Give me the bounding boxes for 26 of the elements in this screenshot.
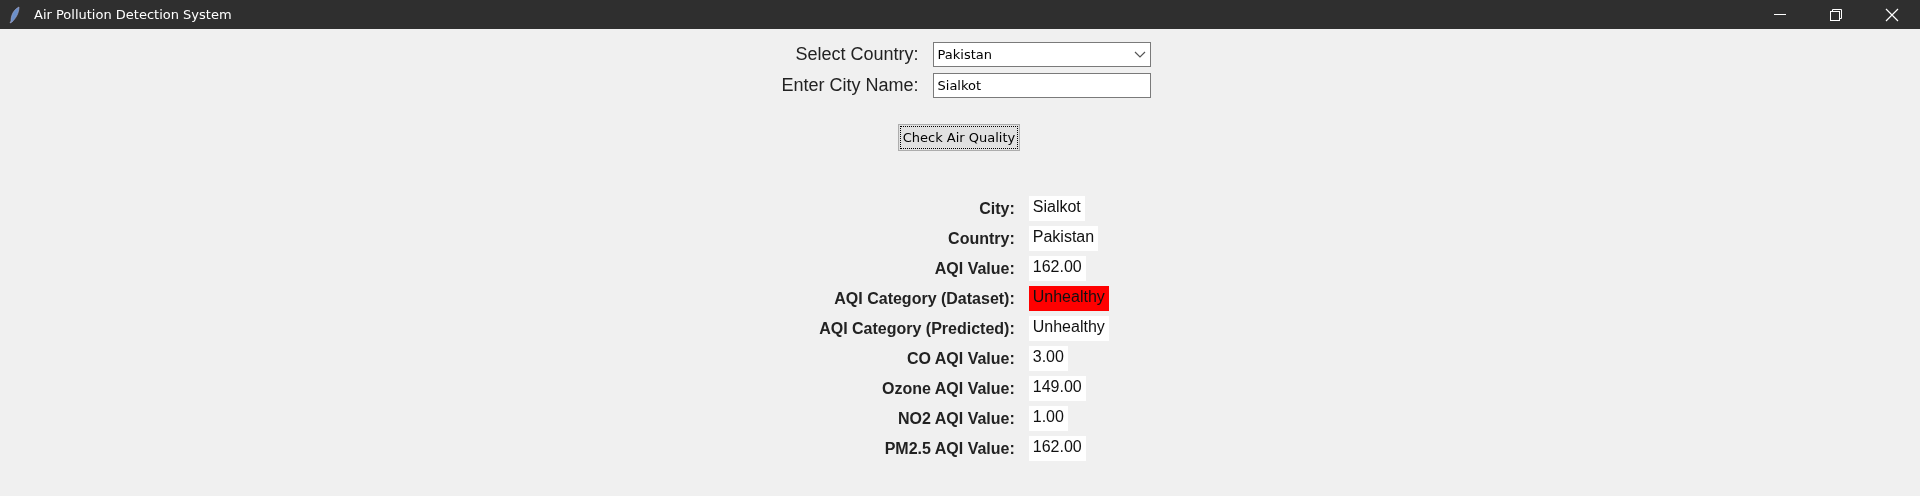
result-value: 3.00 — [1028, 346, 1068, 371]
check-air-quality-button[interactable]: Check Air Quality — [897, 124, 1021, 151]
result-label: AQI Category (Predicted): — [819, 319, 1015, 338]
city-input-field[interactable]: Sialkot — [932, 73, 1151, 98]
field-label: Select Country: — [794, 44, 919, 65]
result-label: NO2 AQI Value: — [897, 409, 1015, 428]
result-value: Pakistan — [1028, 226, 1099, 251]
result-value: 162.00 — [1028, 256, 1086, 281]
result-label: Country: — [947, 229, 1015, 248]
field-label: Enter City Name: — [781, 75, 919, 96]
country-dropdown[interactable]: Pakistan — [932, 42, 1151, 67]
result-label: Ozone AQI Value: — [881, 379, 1015, 398]
result-label: PM2.5 AQI Value: — [883, 439, 1015, 458]
result-value: 1.00 — [1028, 406, 1068, 431]
result-label: AQI Category (Dataset): — [833, 289, 1015, 308]
window-title: Air Pollution Detection System — [34, 7, 232, 22]
result-value: Unhealthy — [1028, 316, 1109, 341]
chevron-down-icon — [1133, 50, 1146, 59]
feather-icon — [8, 5, 22, 24]
result-value: Sialkot — [1028, 196, 1085, 221]
result-value: 162.00 — [1028, 436, 1086, 461]
result-label: CO AQI Value: — [905, 349, 1015, 368]
result-value: Unhealthy — [1028, 286, 1109, 311]
result-label: AQI Value: — [933, 259, 1015, 278]
result-value: 149.00 — [1028, 376, 1086, 401]
result-label: City: — [978, 199, 1015, 218]
